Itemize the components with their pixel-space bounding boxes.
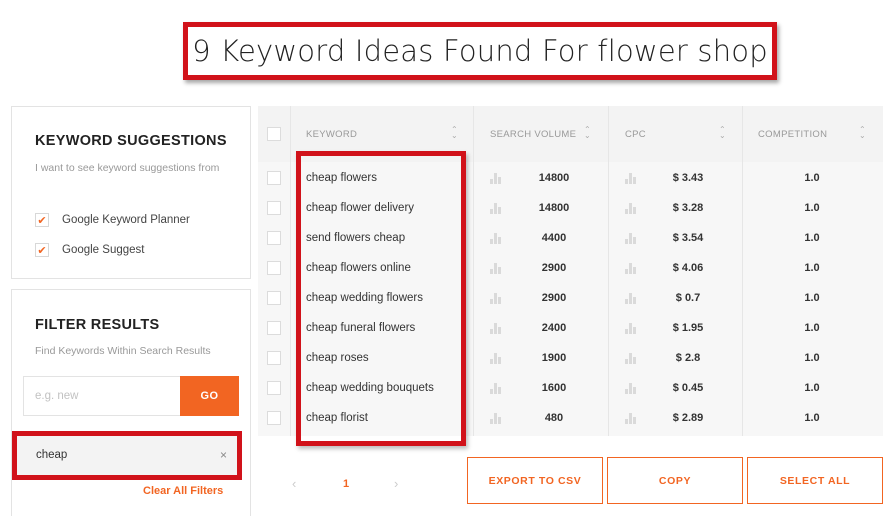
column-label: SEARCH VOLUME (490, 128, 577, 140)
export-to-csv-button[interactable]: EXPORT TO CSV (467, 457, 603, 504)
cpc-trend-icon[interactable] (625, 323, 637, 334)
prev-page-icon[interactable]: ‹ (292, 476, 296, 491)
column-header-cpc[interactable]: CPC (625, 106, 646, 162)
suggestions-description: I want to see keyword suggestions from (35, 162, 220, 174)
filter-description: Find Keywords Within Search Results (35, 345, 211, 357)
checkbox-checked-icon[interactable]: ✔ (35, 213, 49, 227)
active-filter-text: cheap (36, 449, 68, 461)
cpc-cell: $ 3.54 (672, 232, 704, 244)
cpc-trend-icon[interactable] (625, 233, 637, 244)
source-label: Google Keyword Planner (62, 214, 190, 226)
row-checkbox[interactable] (267, 261, 281, 275)
cpc-trend-icon[interactable] (625, 293, 637, 304)
source-google-suggest[interactable]: ✔ Google Suggest (35, 243, 144, 257)
search-volume-cell: 2900 (541, 262, 567, 274)
clear-all-filters-link[interactable]: Clear All Filters (143, 485, 223, 497)
volume-trend-icon[interactable] (490, 173, 502, 184)
volume-trend-icon[interactable] (490, 233, 502, 244)
cpc-cell: $ 4.06 (672, 262, 704, 274)
row-checkbox[interactable] (267, 321, 281, 335)
cpc-cell: $ 3.43 (672, 172, 704, 184)
filter-heading: FILTER RESULTS (35, 317, 160, 333)
results-title-box: 9 Keyword Ideas Found For flower shop (183, 22, 777, 80)
competition-cell: 1.0 (804, 322, 820, 334)
search-volume-cell: 2900 (541, 292, 567, 304)
suggestions-heading: KEYWORD SUGGESTIONS (35, 133, 227, 149)
select-all-button[interactable]: SELECT ALL (747, 457, 883, 504)
column-label: KEYWORD (306, 128, 358, 140)
filter-results-panel: FILTER RESULTS Find Keywords Within Sear… (11, 289, 251, 516)
volume-trend-icon[interactable] (490, 293, 502, 304)
cpc-cell: $ 0.45 (672, 382, 704, 394)
copy-button[interactable]: COPY (607, 457, 743, 504)
cpc-trend-icon[interactable] (625, 383, 637, 394)
row-checkbox[interactable] (267, 201, 281, 215)
competition-cell: 1.0 (804, 202, 820, 214)
column-label: CPC (625, 128, 646, 140)
cpc-cell: $ 1.95 (672, 322, 704, 334)
search-volume-cell: 14800 (538, 202, 570, 214)
volume-trend-icon[interactable] (490, 353, 502, 364)
keyword-highlight-box (296, 151, 466, 446)
cpc-cell: $ 3.28 (672, 202, 704, 214)
results-title: 9 Keyword Ideas Found For flower shop (192, 34, 768, 68)
cpc-trend-icon[interactable] (625, 413, 637, 424)
row-checkbox[interactable] (267, 231, 281, 245)
volume-trend-icon[interactable] (490, 203, 502, 214)
filter-input[interactable] (23, 376, 180, 416)
next-page-icon[interactable]: › (394, 476, 398, 491)
cpc-trend-icon[interactable] (625, 263, 637, 274)
volume-trend-icon[interactable] (490, 263, 502, 274)
search-volume-cell: 14800 (538, 172, 570, 184)
row-checkbox[interactable] (267, 291, 281, 305)
volume-trend-icon[interactable] (490, 383, 502, 394)
remove-filter-icon[interactable]: × (220, 448, 227, 462)
cpc-trend-icon[interactable] (625, 173, 637, 184)
search-volume-cell: 480 (544, 412, 564, 424)
competition-cell: 1.0 (804, 172, 820, 184)
search-volume-cell: 1600 (541, 382, 567, 394)
checkbox-checked-icon[interactable]: ✔ (35, 243, 49, 257)
search-volume-cell: 4400 (541, 232, 567, 244)
row-checkbox[interactable] (267, 351, 281, 365)
search-volume-cell: 1900 (541, 352, 567, 364)
row-checkbox[interactable] (267, 171, 281, 185)
column-label: COMPETITION (758, 128, 828, 140)
cpc-cell: $ 0.7 (675, 292, 701, 304)
row-checkbox[interactable] (267, 381, 281, 395)
competition-cell: 1.0 (804, 382, 820, 394)
cpc-trend-icon[interactable] (625, 203, 637, 214)
column-header-competition[interactable]: COMPETITION (758, 106, 827, 162)
column-header-search-volume[interactable]: SEARCH VOLUME (490, 106, 576, 162)
cpc-cell: $ 2.8 (675, 352, 701, 364)
cpc-trend-icon[interactable] (625, 353, 637, 364)
cpc-cell: $ 2.89 (672, 412, 704, 424)
competition-cell: 1.0 (804, 232, 820, 244)
go-button[interactable]: GO (180, 376, 239, 416)
source-google-keyword-planner[interactable]: ✔ Google Keyword Planner (35, 213, 190, 227)
search-volume-cell: 2400 (541, 322, 567, 334)
source-label: Google Suggest (62, 244, 145, 256)
competition-cell: 1.0 (804, 262, 820, 274)
keyword-suggestions-panel: KEYWORD SUGGESTIONS I want to see keywor… (11, 106, 251, 279)
volume-trend-icon[interactable] (490, 323, 502, 334)
competition-cell: 1.0 (804, 352, 820, 364)
select-all-checkbox[interactable] (267, 127, 281, 141)
volume-trend-icon[interactable] (490, 413, 502, 424)
active-filter-chip: cheap × (12, 431, 242, 480)
row-checkbox[interactable] (267, 411, 281, 425)
competition-cell: 1.0 (804, 412, 820, 424)
competition-cell: 1.0 (804, 292, 820, 304)
page-number[interactable]: 1 (343, 478, 349, 490)
